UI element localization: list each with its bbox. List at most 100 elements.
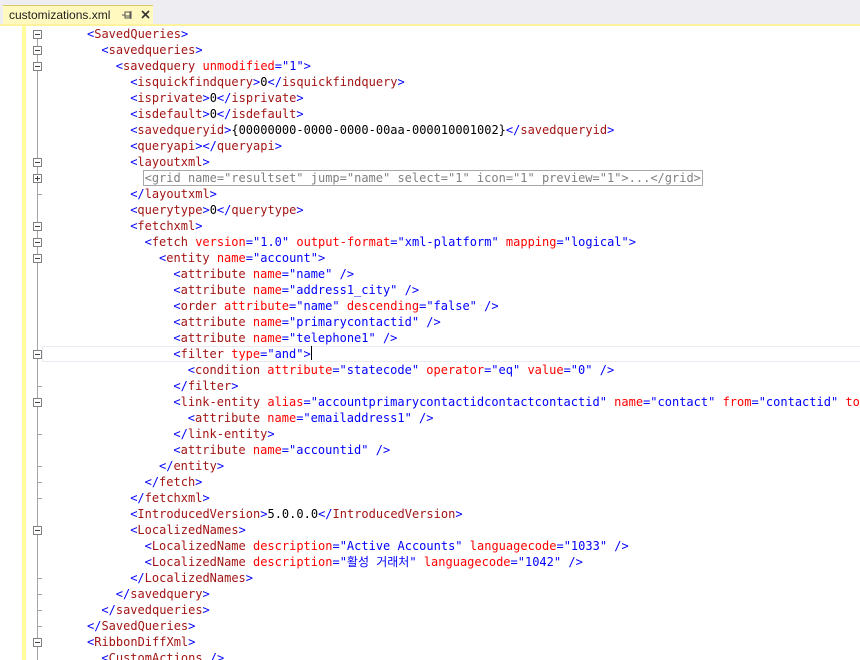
xml-token: > — [202, 155, 210, 169]
code-line[interactable]: <RibbonDiffXml> — [0, 634, 860, 650]
code-text: <fetchxml> — [130, 218, 202, 234]
code-line[interactable]: </fetch> — [0, 474, 860, 490]
xml-token: < — [187, 363, 196, 377]
code-line[interactable]: <attribute name="accountid" /> — [0, 442, 860, 458]
document-tab-bar: customizations.xml — [0, 0, 860, 26]
code-line[interactable]: <savedqueries> — [0, 42, 860, 58]
code-line[interactable]: <condition attribute="statecode" operato… — [0, 362, 860, 378]
code-line[interactable]: <SavedQueries> — [0, 26, 860, 42]
code-line[interactable]: <LocalizedName description="Active Accou… — [0, 538, 860, 554]
xml-token — [246, 539, 253, 553]
code-line[interactable]: <LocalizedNames> — [0, 522, 860, 538]
outline-end-tick — [37, 498, 42, 499]
code-line[interactable]: </savedqueries> — [0, 602, 860, 618]
xml-token: LocalizedNames — [137, 523, 239, 537]
collapse-icon[interactable] — [33, 238, 42, 247]
xml-token: querytype — [137, 203, 203, 217]
code-line[interactable]: <attribute name="name" /> — [0, 266, 860, 282]
xml-token: =" — [296, 411, 311, 425]
code-line[interactable]: <link-entity alias="accountprimarycontac… — [0, 394, 860, 410]
xml-token: isquickfindquery — [281, 75, 398, 89]
xml-token: languagecode — [469, 539, 557, 553]
outline-end-tick — [37, 194, 42, 195]
close-icon[interactable] — [139, 8, 152, 21]
xml-token: name — [252, 267, 282, 281]
code-line[interactable]: <fetch version="1.0" output-format="xml-… — [0, 234, 860, 250]
xml-token: =" — [390, 235, 405, 249]
collapse-icon[interactable] — [33, 398, 42, 407]
xml-token: > — [267, 427, 275, 441]
xml-token: < — [115, 59, 124, 73]
xml-token: alias — [267, 395, 304, 409]
code-line[interactable]: <order attribute="name" descending="fals… — [0, 298, 860, 314]
code-line[interactable]: <filter type="and"> — [0, 346, 860, 362]
xml-token: =" — [245, 235, 261, 249]
code-line[interactable]: <attribute name="primarycontactid" /> — [0, 314, 860, 330]
code-line[interactable]: <IntroducedVersion>5.0.0.0</IntroducedVe… — [0, 506, 860, 522]
code-line[interactable]: <CustomActions /> — [0, 650, 860, 660]
xml-token: Active Accounts — [346, 539, 456, 553]
code-line[interactable]: </savedquery> — [0, 586, 860, 602]
xml-token: =" — [419, 299, 434, 313]
collapsed-region[interactable]: <grid name="resultset" jump="name" selec… — [142, 170, 703, 186]
code-line[interactable]: </SavedQueries> — [0, 618, 860, 634]
collapse-icon[interactable] — [33, 158, 42, 167]
code-line[interactable]: <fetchxml> — [0, 218, 860, 234]
xml-token: attribute — [180, 315, 246, 329]
code-line[interactable]: <isquickfindquery>0</isquickfindquery> — [0, 74, 860, 90]
collapse-icon[interactable] — [33, 62, 42, 71]
code-line[interactable]: </layoutxml> — [0, 186, 860, 202]
xml-token: 1.0 — [260, 235, 282, 249]
collapse-icon[interactable] — [33, 222, 42, 231]
code-line[interactable]: <isprivate>0</isprivate> — [0, 90, 860, 106]
code-line[interactable]: <savedqueryid>{00000000-0000-0000-00aa-0… — [0, 122, 860, 138]
xml-token: " /> — [361, 443, 391, 457]
xml-token: > — [195, 475, 203, 489]
collapse-icon[interactable] — [33, 46, 42, 55]
code-line[interactable]: <attribute name="address1_city" /> — [0, 282, 860, 298]
collapse-icon[interactable] — [33, 526, 42, 535]
code-line[interactable]: <layoutxml> — [0, 154, 860, 170]
xml-token: </ — [318, 507, 333, 521]
xml-token: isquickfindquery — [137, 75, 254, 89]
code-line[interactable]: <entity name="account"> — [0, 250, 860, 266]
pin-icon[interactable] — [121, 9, 133, 21]
code-line[interactable]: <grid name="resultset" jump="name" selec… — [0, 170, 860, 186]
xml-token: eq — [498, 363, 513, 377]
xml-token: > — [188, 619, 196, 633]
code-line[interactable]: <savedquery unmodified="1"> — [0, 58, 860, 74]
xml-token: attribute — [180, 331, 246, 345]
document-tab[interactable]: customizations.xml — [3, 5, 153, 25]
outline-guide — [37, 538, 38, 554]
code-line[interactable]: </entity> — [0, 458, 860, 474]
expand-icon[interactable] — [33, 174, 42, 183]
collapse-icon[interactable] — [33, 350, 42, 359]
code-line[interactable]: <LocalizedName description="활성 거래처" lang… — [0, 554, 860, 570]
xml-token: " — [599, 395, 607, 409]
outline-end-tick — [37, 578, 42, 579]
outline-guide — [37, 554, 38, 570]
code-line[interactable]: <queryapi></queryapi> — [0, 138, 860, 154]
xml-token: =" — [510, 555, 525, 569]
code-line[interactable]: <attribute name="emailaddress1" /> — [0, 410, 860, 426]
xml-token: </ — [267, 75, 282, 89]
xml-token: layoutxml — [144, 187, 210, 201]
code-line[interactable]: </fetchxml> — [0, 490, 860, 506]
xml-token: version — [195, 235, 246, 249]
code-line[interactable]: </filter> — [0, 378, 860, 394]
collapse-icon[interactable] — [33, 254, 42, 263]
xml-token: description — [252, 555, 333, 569]
xml-token: </ — [144, 475, 160, 489]
xml-token: < — [173, 283, 181, 297]
code-line[interactable]: </link-entity> — [0, 426, 860, 442]
code-line[interactable]: </LocalizedNames> — [0, 570, 860, 586]
code-line[interactable]: <attribute name="telephone1" /> — [0, 330, 860, 346]
code-text: <savedqueries> — [101, 42, 202, 58]
xml-editor[interactable]: <SavedQueries> <savedqueries> <savedquery … — [0, 26, 860, 660]
collapse-icon[interactable] — [33, 638, 42, 647]
collapse-icon[interactable] — [33, 30, 42, 39]
code-text: <LocalizedName description="Active Accou… — [145, 538, 629, 554]
code-line[interactable]: <querytype>0</querytype> — [0, 202, 860, 218]
code-line[interactable]: <isdefault>0</isdefault> — [0, 106, 860, 122]
code-text: <isdefault>0</isdefault> — [130, 106, 303, 122]
